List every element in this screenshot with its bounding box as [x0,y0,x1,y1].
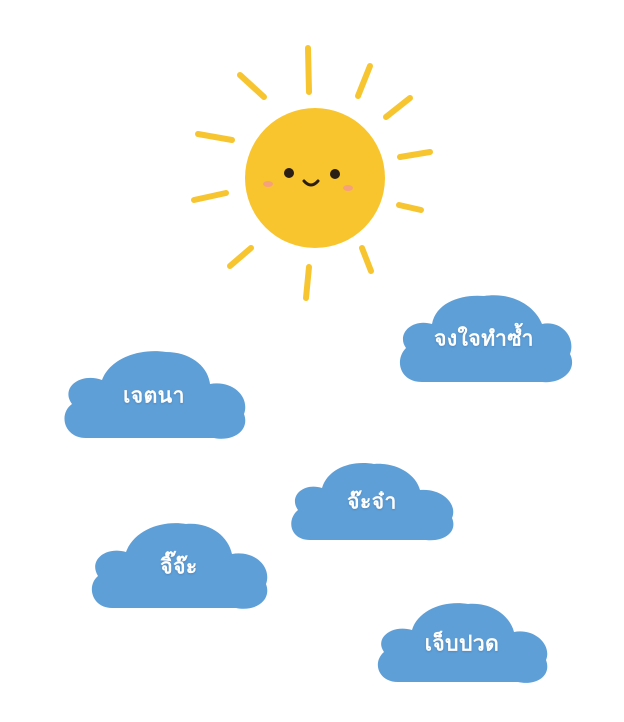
cloud-word-card[interactable]: เจ็บปวด [372,600,552,688]
cloud-word-card[interactable]: จงใจทำซ้ำ [392,290,576,388]
cloud-label: จงใจทำซ้ำ [434,326,534,351]
cloud-word-card[interactable]: จ๊ะจ๋า [286,460,458,544]
cloud-label: เจตนา [123,383,185,408]
sun-illustration [191,45,433,301]
cloud-label: เจ็บปวด [424,631,500,656]
cloud-label: จิ๊จ๊ะ [160,554,198,579]
sun-body [245,108,385,248]
cloud-label: จ๊ะจ๋า [347,489,397,514]
cloud-word-card[interactable]: เจตนา [58,348,250,444]
cloud-word-card[interactable]: จิ๊จ๊ะ [86,520,272,614]
